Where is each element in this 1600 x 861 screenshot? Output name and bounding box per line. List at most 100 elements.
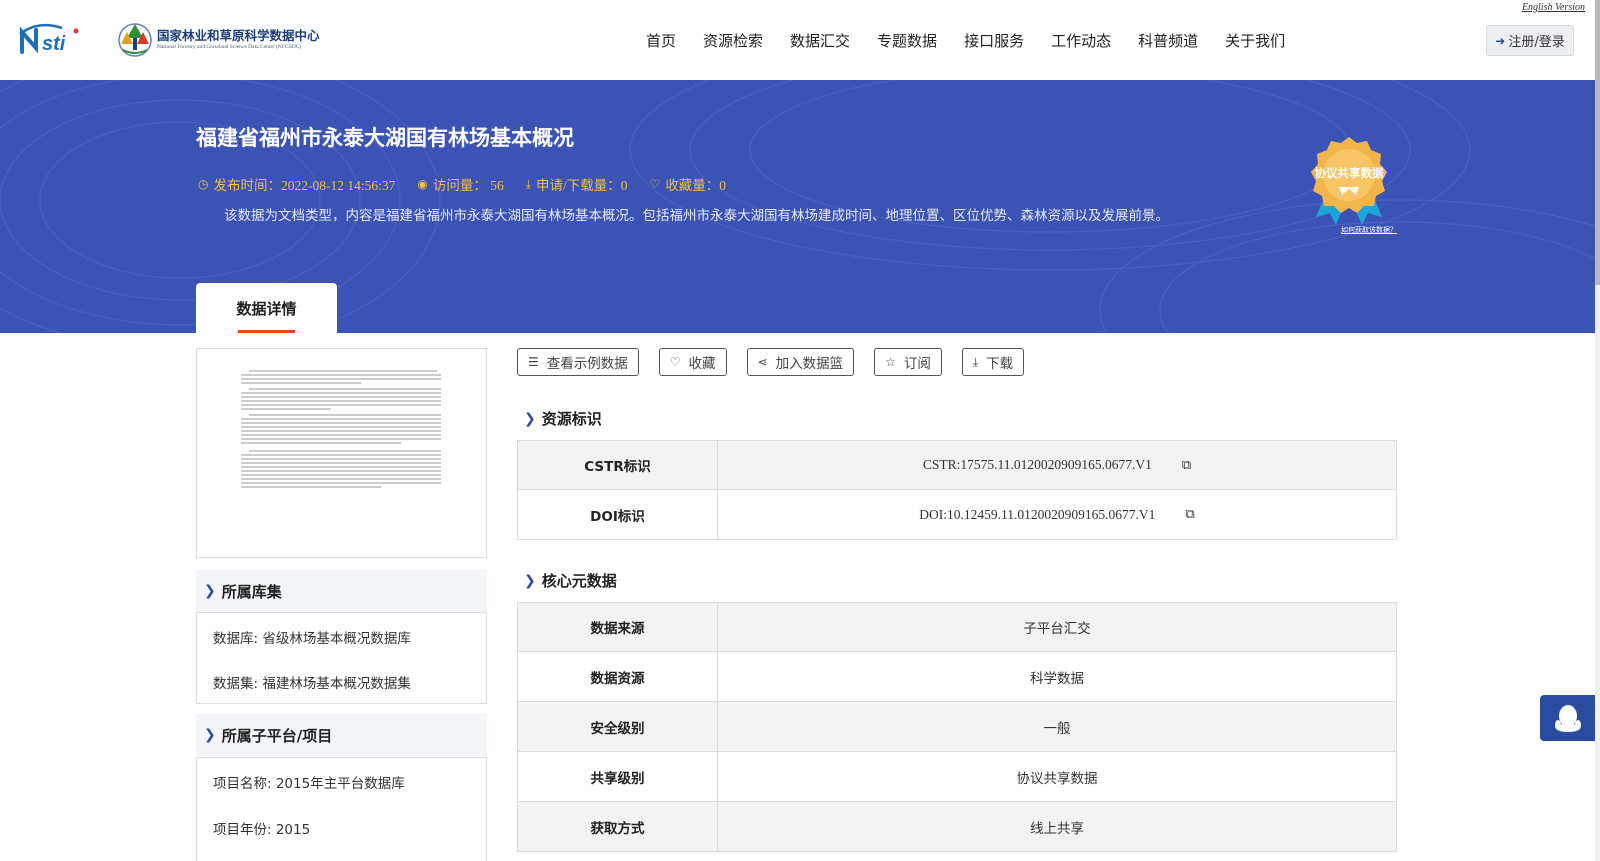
sign-in-icon: ➜ [1495,33,1506,48]
table-row: 安全级别 一般 [517,702,1397,752]
favorite-count-text: 收藏量：0 [665,178,727,193]
add-to-basket-label: 加入数据篮 [775,356,844,372]
favorite-button[interactable]: ♡ 收藏 [658,348,727,376]
english-version-link[interactable]: English Version [1522,2,1585,13]
dataset-meta: ◷ 发布时间：2022-08-12 14:56:37 ◉ 访问量： 56 ⤓ 申… [198,174,748,194]
chevron-right-icon: ❯ [524,410,536,427]
meta-key: 共享级别 [518,752,718,801]
add-to-basket-button[interactable]: ⋖ 加入数据篮 [746,348,855,376]
doi-key: DOI标识 [518,490,718,539]
nav-api-service[interactable]: 接口服务 [964,30,1024,51]
nav-data-submission[interactable]: 数据汇交 [790,30,850,51]
dataset-link[interactable]: 数据集: 福建林场基本概况数据集 [213,672,411,692]
cstr-value-cell: CSTR:17575.11.0120020909165.0677.V1 ⧉ [718,441,1396,489]
heart-icon: ♡ [669,355,681,369]
dataset-description: 该数据为文档类型，内容是福建省福州市永泰大湖国有林场基本概况。包括福州市永泰大湖… [224,208,1169,224]
subscribe-button[interactable]: ☆ 订阅 [874,348,942,376]
qq-chat-button[interactable] [1540,695,1595,741]
dataset-title: 福建省福州市永泰大湖国有林场基本概况 [196,126,574,150]
main-nav: 首页 资源检索 数据汇交 专题数据 接口服务 工作动态 科普频道 关于我们 [646,30,1312,51]
download-button[interactable]: ⤓ 下载 [961,348,1025,376]
tab-data-detail-label: 数据详情 [236,299,297,318]
star-icon: ☆ [885,355,896,369]
table-row: 获取方式 线上共享 [517,802,1397,852]
nsti-logo[interactable]: sti [18,22,98,56]
tab-data-detail[interactable]: 数据详情 [196,283,337,333]
share-icon: ⋖ [757,355,768,369]
meta-key: 获取方式 [518,802,718,851]
collection-section-header: ❯ 所属库集 [196,570,487,612]
table-row: 共享级别 协议共享数据 [517,752,1397,802]
project-name: 项目名称: 2015年主平台数据库 [213,776,405,792]
publish-time-text: 发布时间：2022-08-12 14:56:37 [213,178,396,193]
login-button[interactable]: ➜ 注册/登录 [1486,25,1574,56]
nav-work-news[interactable]: 工作动态 [1051,30,1111,51]
site-header: English Version sti 国家林业和草原科学数据中心 Nation… [0,0,1595,80]
view-sample-label: 查看示例数据 [546,356,628,372]
chevron-right-icon: ❯ [204,583,216,599]
nav-resource-search[interactable]: 资源检索 [703,30,763,51]
collection-box: 数据库: 省级林场基本概况数据库 数据集: 福建林场基本概况数据集 [196,612,487,704]
nfgsdc-logo[interactable]: 国家林业和草原科学数据中心 National Forestry and Gras… [117,20,332,60]
table-row: CSTR标识 CSTR:17575.11.0120020909165.0677.… [517,440,1397,490]
nav-about-us[interactable]: 关于我们 [1225,30,1285,51]
view-sample-button[interactable]: ☰ 查看示例数据 [517,348,639,376]
download-label: 下载 [986,356,1014,372]
document-thumbnail [241,370,441,488]
table-row: 数据来源 子平台汇交 [517,602,1397,652]
qq-penguin-icon [1554,705,1581,732]
action-toolbar: ☰ 查看示例数据 ♡ 收藏 ⋖ 加入数据篮 ☆ 订阅 ⤓ 下载 [517,348,1044,376]
table-row: DOI标识 DOI:10.12459.11.0120020909165.0677… [517,490,1397,540]
nav-science-channel[interactable]: 科普频道 [1138,30,1198,51]
document-preview[interactable] [196,348,487,558]
meta-value: 科学数据 [1030,670,1084,687]
nav-home[interactable]: 首页 [646,30,676,51]
tab-active-indicator [238,330,295,333]
badge-text: 协议共享数据 [1315,166,1384,180]
publish-time: ◷ 发布时间：2022-08-12 14:56:37 [198,174,395,194]
doi-value: DOI:10.12459.11.0120020909165.0677.V1 [919,506,1156,522]
download-icon: ⤓ [972,354,979,369]
resource-id-section-title: ❯ 资源标识 [524,408,602,429]
svg-text:sti: sti [42,33,66,55]
download-icon: ⤓ [525,176,532,191]
platform-section-header: ❯ 所属子平台/项目 [196,714,487,756]
meta-value: 协议共享数据 [1016,770,1098,787]
cstr-value: CSTR:17575.11.0120020909165.0677.V1 [922,457,1152,472]
table-row: 数据资源 科学数据 [517,652,1397,702]
meta-value: 子平台汇交 [1023,621,1091,637]
meta-key: 数据资源 [518,652,718,701]
database-icon: ☰ [528,355,539,369]
core-meta-title: 核心元数据 [541,572,617,590]
eye-icon: ◉ [417,177,428,191]
core-meta-section-title: ❯ 核心元数据 [524,570,617,591]
favorite-label: 收藏 [688,356,716,372]
doi-value-cell: DOI:10.12459.11.0120020909165.0677.V1 ⧉ [718,490,1396,539]
heart-icon: ♡ [649,177,661,191]
view-count-text: 访问量： 56 [432,178,504,193]
share-badge-icon: 协议共享数据 [1311,137,1387,225]
login-label: 注册/登录 [1508,35,1565,50]
view-count: ◉ 访问量： 56 [417,174,503,194]
scrollbar-thumb[interactable] [1595,0,1600,285]
tree-emblem-icon [118,23,152,57]
meta-value: 线上共享 [1030,820,1084,837]
platform-title: 所属子平台/项目 [221,726,333,745]
platform-box: 项目名称: 2015年主平台数据库 项目年份: 2015 [196,757,487,861]
meta-key: 数据来源 [518,603,718,651]
org-name-cn: 国家林业和草原科学数据中心 [157,28,320,43]
resource-id-table: CSTR标识 CSTR:17575.11.0120020909165.0677.… [517,440,1397,540]
resource-id-title: 资源标识 [541,410,602,428]
favorite-count: ♡ 收藏量：0 [650,174,727,194]
copy-icon[interactable]: ⧉ [1185,507,1194,522]
subscribe-label: 订阅 [903,356,931,372]
org-name-en: National Forestry and Grassland Science … [157,44,302,50]
nav-topic-data[interactable]: 专题数据 [877,30,937,51]
project-year: 项目年份: 2015 [213,822,311,838]
database-link[interactable]: 数据库: 省级林场基本概况数据库 [213,627,411,647]
collection-title: 所属库集 [221,582,282,601]
core-meta-table: 数据来源 子平台汇交 数据资源 科学数据 安全级别 一般 共享级别 协议共享数据… [517,602,1397,852]
how-to-get-data-link[interactable]: 如何获取该数据？ [1341,225,1397,235]
copy-icon[interactable]: ⧉ [1182,458,1191,473]
chevron-right-icon: ❯ [204,727,216,743]
